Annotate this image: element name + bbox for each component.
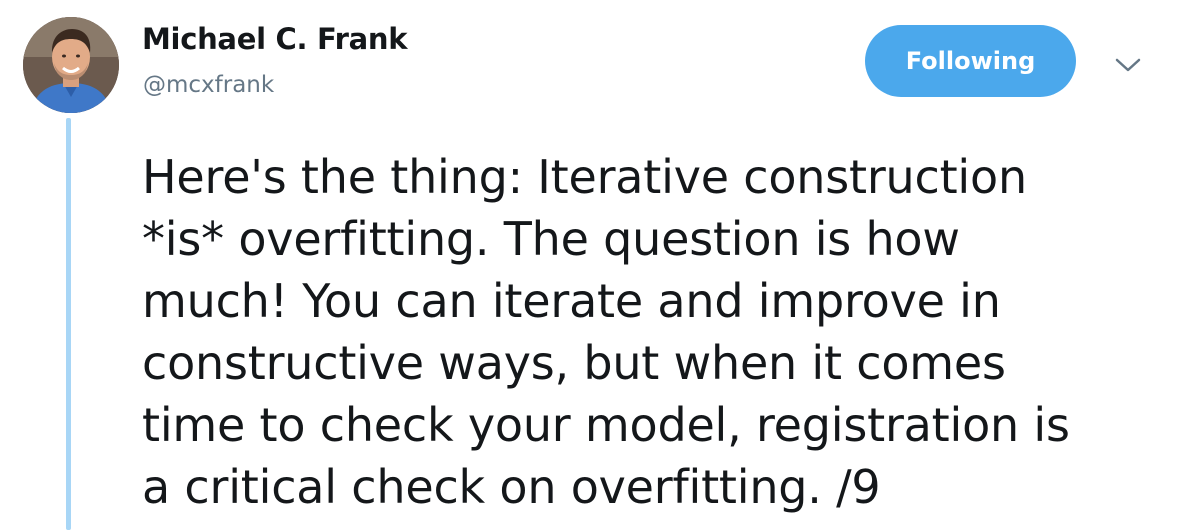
following-button[interactable]: Following xyxy=(865,25,1076,97)
more-options-button[interactable] xyxy=(1108,50,1148,80)
tweet-text-line: constructive ways, but when it comes xyxy=(142,336,1006,390)
tweet-text-line: Here's the thing: Iterative construction xyxy=(142,150,1027,204)
tweet-text: Here's the thing: Iterative construction… xyxy=(142,146,1182,518)
author-handle[interactable]: @mcxfrank xyxy=(143,72,274,98)
profile-photo-icon xyxy=(23,17,119,113)
tweet-text-line: much! You can iterate and improve in xyxy=(142,274,1001,328)
tweet-text-line: a critical check on overfitting. /9 xyxy=(142,460,881,514)
thread-connector-line xyxy=(66,118,71,530)
avatar[interactable] xyxy=(23,17,119,113)
author-name[interactable]: Michael C. Frank xyxy=(142,22,408,56)
chevron-down-icon xyxy=(1115,58,1141,72)
tweet-text-line: time to check your model, registration i… xyxy=(142,398,1070,452)
tweet-text-line: *is* overfitting. The question is how xyxy=(142,212,960,266)
